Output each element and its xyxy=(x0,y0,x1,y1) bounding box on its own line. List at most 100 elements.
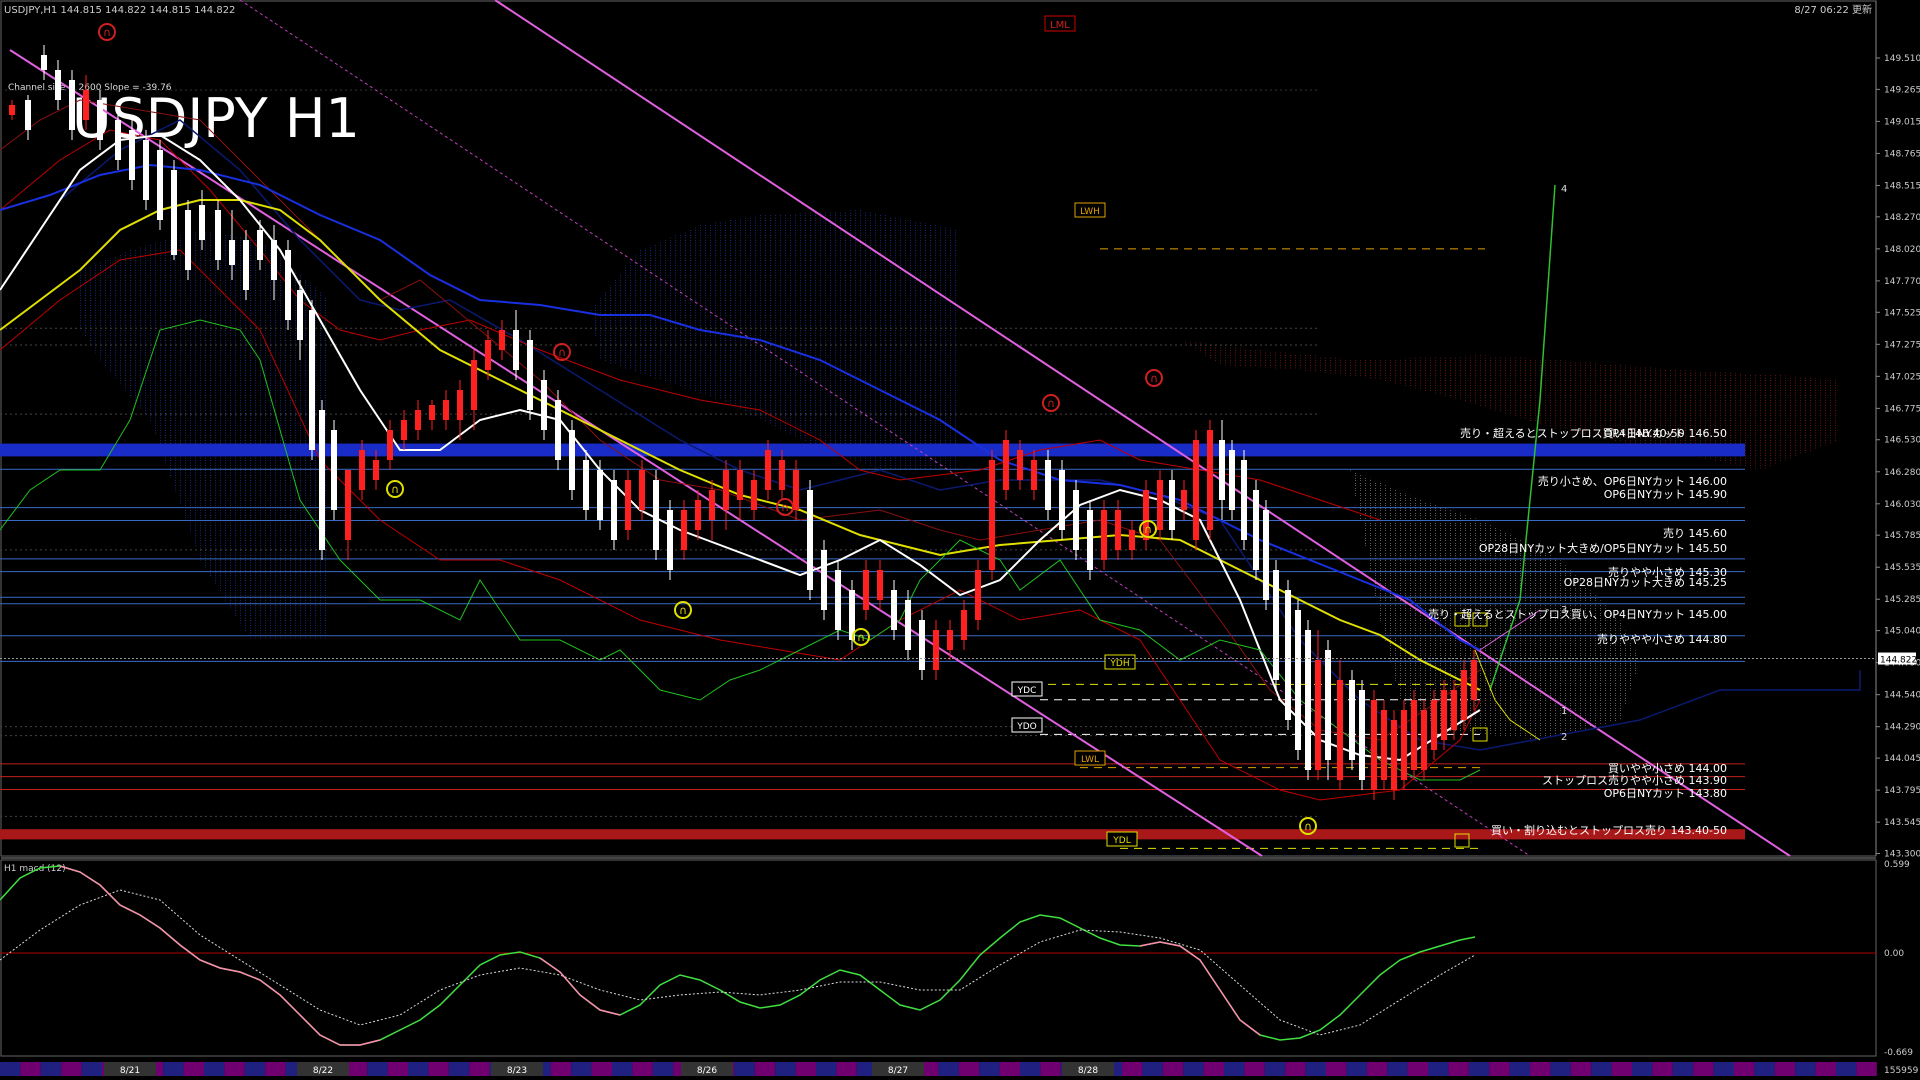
candle-body xyxy=(1031,460,1037,490)
fractal-glyph: ∩ xyxy=(391,483,399,496)
candle-body xyxy=(309,310,315,450)
session-bar xyxy=(999,1062,1020,1076)
candle-body xyxy=(185,210,191,270)
candle-body xyxy=(257,230,263,260)
annotation-label: 売り・超えるとストップロス買い、OP4日NYカット 145.00 xyxy=(1428,607,1727,621)
candle-body xyxy=(457,390,463,420)
candle-body xyxy=(331,430,337,510)
candle-body xyxy=(947,630,953,650)
price-axis-label: 143.795 xyxy=(1884,786,1920,796)
candle-body xyxy=(1219,440,1225,500)
session-bar xyxy=(408,1062,429,1076)
candle-body xyxy=(807,490,813,590)
candle-body xyxy=(639,470,645,510)
session-bar xyxy=(958,1062,980,1076)
candle-body xyxy=(1253,490,1259,570)
fractal-glyph: ∩ xyxy=(1047,397,1055,410)
session-bar xyxy=(612,1062,633,1076)
session-bar xyxy=(1856,1062,1877,1076)
candle-body xyxy=(1169,480,1175,530)
session-bar xyxy=(61,1062,82,1076)
macd-label: H1 macd (12) xyxy=(4,864,66,874)
candle-body xyxy=(1003,440,1009,490)
date-label: 8/26 xyxy=(697,1066,717,1076)
candle-body xyxy=(1101,510,1107,560)
candle-body xyxy=(1263,510,1269,600)
wave-label: 4 xyxy=(1561,184,1567,195)
fractal-glyph: ∩ xyxy=(857,631,865,644)
candle-body xyxy=(1115,510,1121,550)
session-bar xyxy=(795,1062,816,1076)
price-axis-label: 147.025 xyxy=(1884,372,1920,382)
date-label: 8/28 xyxy=(1078,1066,1098,1076)
session-bar xyxy=(1734,1062,1755,1076)
candle-body xyxy=(1315,660,1321,770)
resistance-band xyxy=(0,443,1745,457)
session-bar xyxy=(1530,1062,1551,1076)
price-axis-label: 146.530 xyxy=(1884,436,1920,446)
candle-body xyxy=(199,205,205,240)
support-band xyxy=(0,829,1745,840)
candle-body xyxy=(41,55,47,70)
candle-body xyxy=(1059,470,1065,530)
level-tag: YDL xyxy=(1112,836,1130,846)
session-bar xyxy=(1142,1062,1163,1076)
session-bar xyxy=(1754,1062,1775,1076)
candle-body xyxy=(989,460,995,570)
fractal-glyph: ∩ xyxy=(781,501,789,514)
candle-body xyxy=(723,470,729,510)
session-bar xyxy=(1468,1062,1490,1076)
session-bar xyxy=(754,1062,776,1076)
candle-body xyxy=(1273,570,1279,680)
session-bar xyxy=(550,1062,572,1076)
session-bar xyxy=(1407,1062,1428,1076)
price-axis-label: 148.020 xyxy=(1884,245,1920,255)
session-bar xyxy=(1264,1062,1286,1076)
session-bar xyxy=(1632,1062,1653,1076)
session-bar xyxy=(1693,1062,1714,1076)
price-axis-label: 144.045 xyxy=(1884,754,1920,764)
fractal-glyph: ∩ xyxy=(1144,523,1152,536)
price-axis-label: 145.040 xyxy=(1884,627,1920,637)
candle-body xyxy=(1401,710,1407,780)
candle-body xyxy=(751,480,757,510)
session-bar xyxy=(1122,1062,1143,1076)
chart-canvas[interactable]: USDJPY,H1 144.815 144.822 144.815 144.82… xyxy=(0,0,1920,1080)
session-bar xyxy=(1305,1062,1326,1076)
session-bar xyxy=(387,1062,408,1076)
session-bar xyxy=(591,1062,612,1076)
macd-axis-label: 0.599 xyxy=(1884,860,1910,870)
candle-body xyxy=(285,250,291,320)
session-bar xyxy=(1162,1062,1184,1076)
candle-body xyxy=(933,630,939,670)
level-tag: LWL xyxy=(1081,755,1099,765)
annotation-label: 売りややや小さめ 144.80 xyxy=(1597,633,1727,646)
level-tag: YDO xyxy=(1016,722,1037,732)
candle-body xyxy=(1461,670,1467,720)
candle-body xyxy=(1295,610,1301,750)
wave-label: 2 xyxy=(1561,732,1567,743)
candle-body xyxy=(443,400,449,420)
session-bar xyxy=(1489,1062,1510,1076)
annotation-label: OP4日NYカット 146.50 xyxy=(1604,427,1727,440)
candle-body xyxy=(359,450,365,490)
candle-body xyxy=(611,480,617,540)
session-bar xyxy=(367,1062,388,1076)
annotation-label: OP6日NYカット 143.80 xyxy=(1604,787,1727,800)
macd-axis-label: -0.669 xyxy=(1884,1048,1913,1058)
candle-body xyxy=(1241,460,1247,540)
session-bar xyxy=(428,1062,449,1076)
session-bar xyxy=(836,1062,857,1076)
updated-time: 8/27 06:22 更新 xyxy=(1794,3,1872,16)
session-bar xyxy=(1244,1062,1265,1076)
session-bar xyxy=(1795,1062,1816,1076)
candle-body xyxy=(569,430,575,490)
candle-body xyxy=(961,610,967,640)
candle-body xyxy=(527,340,533,410)
candle-body xyxy=(271,240,277,280)
candle-body xyxy=(485,340,491,370)
candle-body xyxy=(821,550,827,610)
session-bar xyxy=(632,1062,653,1076)
candle-body xyxy=(1441,690,1447,740)
session-bar xyxy=(265,1062,286,1076)
